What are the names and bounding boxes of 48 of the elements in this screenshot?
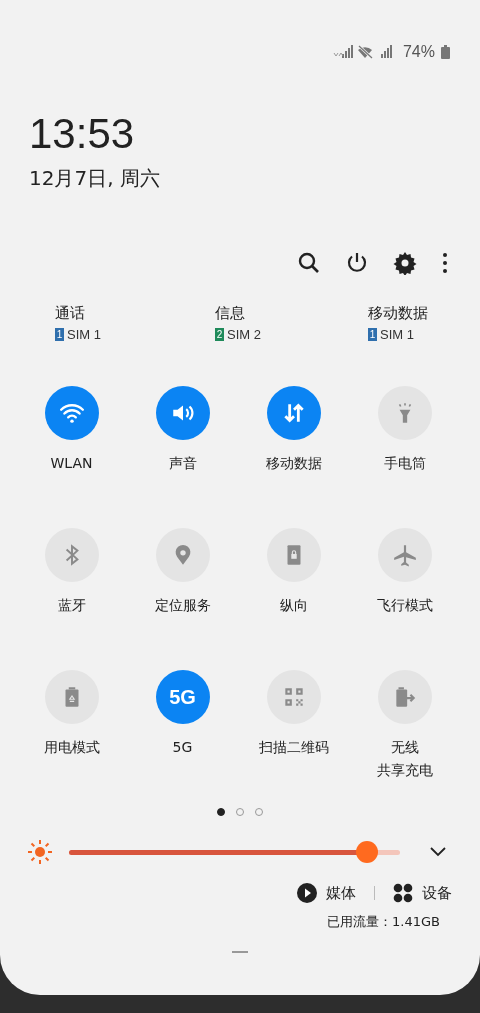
power-icon[interactable] bbox=[345, 251, 369, 275]
page-indicator-dot[interactable] bbox=[217, 808, 225, 816]
tile-label: 扫描二维码 bbox=[258, 738, 329, 757]
toggle-button[interactable] bbox=[155, 386, 210, 440]
brightness-icon bbox=[27, 839, 53, 865]
tile-label: 移动数据 bbox=[265, 454, 322, 473]
battery-percent: 74% bbox=[402, 43, 435, 61]
tile-label: 纵向 bbox=[279, 596, 308, 615]
tile-label: 5G bbox=[172, 738, 193, 757]
clock-date: 12月7日, 周六 bbox=[29, 165, 161, 192]
tile-label: 蓝牙 bbox=[57, 596, 86, 615]
media-button[interactable]: 媒体 bbox=[297, 883, 356, 903]
sim-badge: 2 bbox=[215, 328, 224, 341]
sim-name: SIM 1 bbox=[380, 327, 414, 342]
tile-label: 飞行模式 bbox=[376, 596, 433, 615]
devices-button[interactable]: 设备 bbox=[393, 883, 452, 903]
toggle-button[interactable]: 5G bbox=[155, 670, 210, 724]
chevron-down-icon[interactable] bbox=[430, 847, 446, 857]
clock-time: 13:53 bbox=[29, 110, 136, 158]
slider-thumb[interactable] bbox=[355, 841, 378, 863]
brightness-slider[interactable] bbox=[69, 841, 400, 863]
grid-icon bbox=[393, 883, 413, 903]
data-usage-text: 已用流量：1.41GB bbox=[327, 913, 440, 931]
toggle-button[interactable] bbox=[44, 386, 99, 440]
tile-label: 手电筒 bbox=[383, 454, 426, 473]
sim-name: SIM 1 bbox=[67, 327, 101, 342]
tile-label: 共享充电 bbox=[376, 761, 433, 780]
sim-badge: 1 bbox=[55, 328, 64, 341]
sim-setting-label[interactable]: 移动数据 bbox=[368, 303, 428, 323]
tile-label: 定位服务 bbox=[154, 596, 211, 615]
tile-label: WLAN bbox=[50, 454, 93, 473]
sim-name: SIM 2 bbox=[227, 327, 261, 342]
tile-label: 无线 bbox=[390, 738, 419, 757]
toggle-button[interactable] bbox=[266, 386, 321, 440]
drag-handle[interactable] bbox=[232, 951, 248, 953]
wifi-off-icon bbox=[356, 45, 373, 59]
settings-icon[interactable] bbox=[393, 251, 417, 275]
airplane-icon bbox=[391, 542, 418, 568]
sim-setting-label[interactable]: 信息 bbox=[215, 303, 245, 323]
tile-label: 声音 bbox=[168, 454, 197, 473]
play-icon bbox=[297, 883, 317, 903]
more-icon[interactable] bbox=[441, 251, 449, 275]
battery-icon bbox=[441, 45, 450, 59]
search-icon[interactable] bbox=[297, 251, 321, 275]
tile-label: 用电模式 bbox=[43, 738, 100, 757]
sim-badge: 1 bbox=[368, 328, 377, 341]
signal-icon bbox=[332, 45, 353, 59]
sim-setting-label[interactable]: 通话 bbox=[55, 303, 85, 323]
